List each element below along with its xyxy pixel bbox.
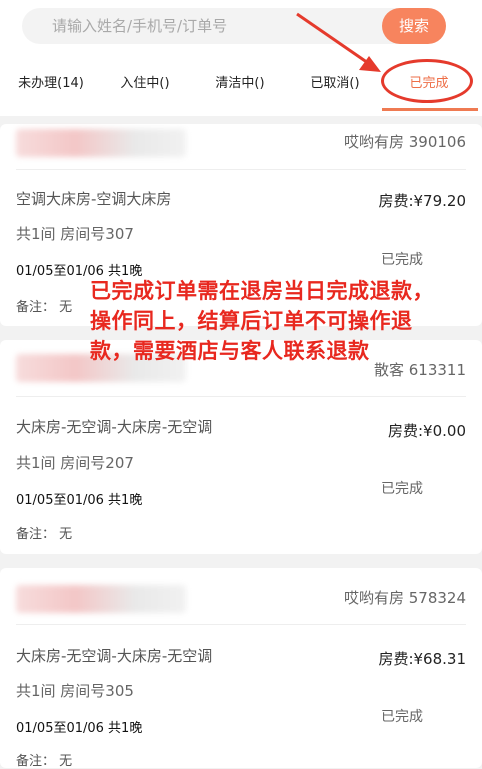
remark: 备注： 无 [16,527,73,542]
search-button[interactable]: 搜索 [382,8,446,44]
status-label: 已完成 [381,709,423,725]
tab-cleaning[interactable]: 清洁中() [207,60,273,108]
stay-dates: 01/05至01/06 共1晚 [16,493,143,508]
room-fee: 房费:¥79.20 [378,192,466,210]
order-card[interactable]: 散客 613311 大床房-无空调-大床房-无空调 房费:¥0.00 共1间 房… [0,340,482,554]
divider [16,169,466,170]
guest-name-blurred [16,129,186,157]
room-info: 共1间 房间号307 [16,225,134,243]
tab-checked-in[interactable]: 入住中() [112,60,178,108]
divider [16,624,466,625]
active-tab-indicator [382,108,478,111]
tab-pending[interactable]: 未办理(14) [16,60,86,108]
divider [16,396,466,397]
hotel-name: 哎哟有房 390106 [343,133,466,151]
room-type: 空调大床房-空调大床房 [16,190,172,208]
arrow-line [296,12,372,67]
arrow-icon [296,12,381,72]
hotel-name: 哎哟有房 578324 [343,589,466,607]
room-fee: 房费:¥68.31 [378,650,466,668]
room-fee: 房费:¥0.00 [388,422,466,440]
room-type: 大床房-无空调-大床房-无空调 [16,418,213,436]
remark: 备注： 无 [16,300,73,315]
room-info: 共1间 房间号305 [16,682,134,700]
annotation-text: 已完成订单需在退房当日完成退款，操作同上，结算后订单不可操作退款，需要酒店与客人… [90,279,434,363]
status-label: 已完成 [381,481,423,497]
order-card[interactable]: 哎哟有房 578324 大床房-无空调-大床房-无空调 房费:¥68.31 共1… [0,568,482,769]
remark: 备注： 无 [16,754,73,769]
room-type: 大床房-无空调-大床房-无空调 [16,647,213,665]
highlight-circle [381,59,473,103]
room-info: 共1间 房间号207 [16,454,134,472]
stay-dates: 01/05至01/06 共1晚 [16,721,143,736]
status-label: 已完成 [381,252,423,268]
guest-name-blurred [16,585,186,613]
